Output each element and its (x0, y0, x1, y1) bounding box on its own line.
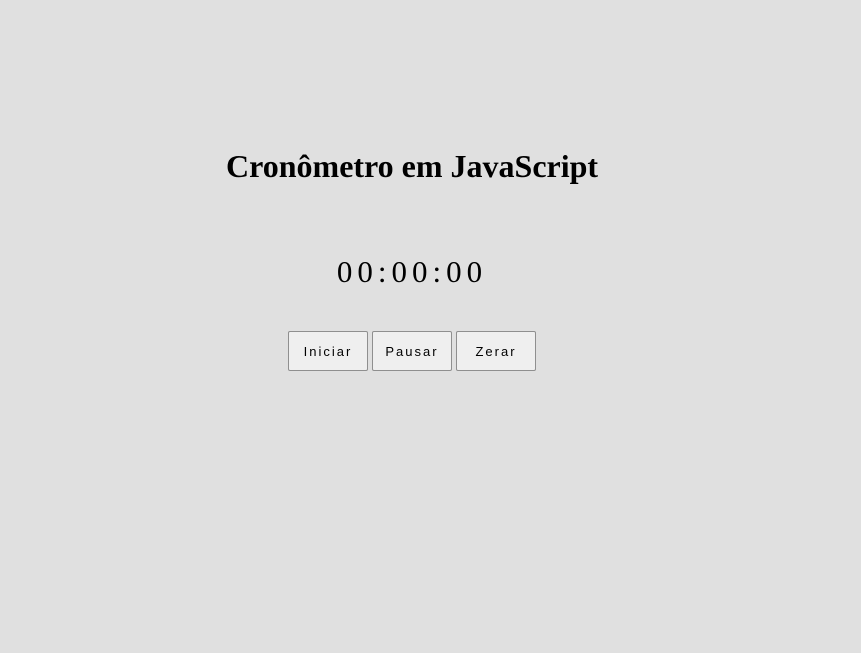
pause-button[interactable]: Pausar (372, 331, 452, 371)
reset-button[interactable]: Zerar (456, 331, 536, 371)
timer-display: 00:00:00 (336, 254, 488, 289)
start-button[interactable]: Iniciar (288, 331, 368, 371)
page-title: Cronômetro em JavaScript (226, 148, 599, 184)
timer-controls: Iniciar Pausar Zerar (288, 331, 536, 371)
